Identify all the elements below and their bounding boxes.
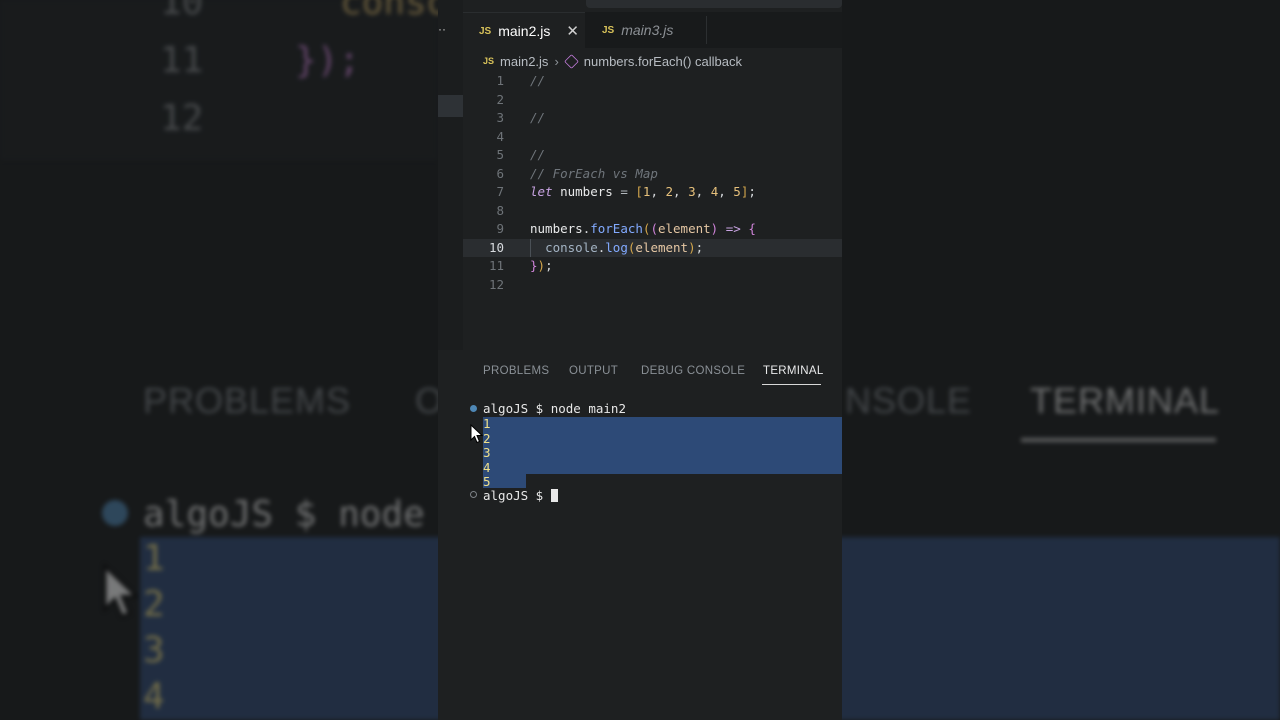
- code-text: numbers.forEach((element) => {: [530, 221, 756, 236]
- close-icon[interactable]: ✕: [566, 22, 579, 40]
- panel-tab-bar: PROBLEMS OUTPUT DEBUG CONSOLE TERMINAL: [463, 356, 842, 390]
- line-number: 6: [496, 165, 504, 181]
- line-number: 8: [496, 202, 504, 218]
- bg-closing-brace: });: [295, 40, 361, 81]
- bg-output: 1: [143, 538, 165, 579]
- line-number: 9: [496, 221, 504, 236]
- code-line: 8: [463, 202, 842, 220]
- code-line: 2: [463, 91, 842, 109]
- code-line: 11 });: [463, 257, 842, 275]
- js-file-icon: JS: [602, 24, 615, 36]
- line-number: 5: [496, 147, 504, 162]
- line-number: 1: [496, 73, 504, 88]
- mouse-pointer-icon: [470, 424, 484, 444]
- tab-divider: [706, 16, 707, 44]
- bg-line-number: 10: [160, 0, 204, 23]
- code-line: 3 //: [463, 109, 842, 127]
- terminal-output-line: 4: [483, 459, 491, 475]
- method-symbol-icon: [563, 53, 579, 69]
- terminal[interactable]: algoJS $ node main2 1 2 3 4 5 algoJS $: [463, 400, 842, 720]
- tab-label: main2.js: [498, 23, 551, 39]
- terminal-prompt-line: algoJS $: [483, 488, 558, 503]
- tab-main3-js[interactable]: JS main3.js: [586, 12, 706, 48]
- code-line: 12: [463, 276, 842, 294]
- bg-mouse-pointer-icon: [103, 562, 140, 619]
- bg-line-number: 11: [160, 40, 204, 81]
- code-text: console.log(element);: [545, 239, 704, 255]
- vscode-window: ·· JS main2.js ✕ JS main3.js JS main2.js…: [438, 0, 842, 720]
- bg-tab-underline: [1021, 438, 1216, 442]
- code-text: //: [530, 73, 546, 88]
- bg-code-fragment: conso: [340, 0, 449, 23]
- terminal-output-line: 5: [483, 474, 491, 489]
- line-number: 12: [488, 276, 504, 292]
- chevron-right-icon: ›: [554, 53, 559, 69]
- terminal-output-line: 1: [483, 416, 491, 431]
- command-success-dot: [470, 405, 477, 412]
- bg-tab-debug: NSOLE: [845, 380, 973, 421]
- tab-debug-console[interactable]: DEBUG CONSOLE: [641, 365, 745, 377]
- breadcrumb: JS main2.js › numbers.forEach() callback: [483, 52, 742, 70]
- code-line: 7 let numbers = [1, 2, 3, 4, 5];: [463, 183, 842, 201]
- code-text: let numbers = [1, 2, 3, 4, 5];: [530, 184, 756, 199]
- editor-tab-bar: JS main2.js ✕ JS main3.js: [463, 12, 842, 49]
- active-tab-indicator: [762, 384, 821, 385]
- bg-tab-terminal: TERMINAL: [1030, 380, 1221, 421]
- tab-output[interactable]: OUTPUT: [569, 365, 618, 377]
- code-text: //: [530, 110, 546, 125]
- line-number: 2: [496, 91, 504, 107]
- bg-output: 4: [143, 676, 165, 717]
- code-line: 1 //: [463, 72, 842, 90]
- tab-label: main3.js: [621, 22, 674, 38]
- terminal-cursor: [550, 489, 558, 502]
- breadcrumb-file[interactable]: main2.js: [500, 54, 548, 69]
- code-line: 5 //: [463, 146, 842, 164]
- terminal-prompt: algoJS $: [483, 488, 551, 503]
- code-line: 6 // ForEach vs Map: [463, 165, 842, 183]
- code-text: });: [530, 258, 553, 273]
- js-file-icon: JS: [479, 25, 492, 37]
- terminal-command: algoJS $ node main2: [483, 401, 626, 416]
- activity-strip: ··: [438, 0, 463, 350]
- js-file-icon: JS: [483, 56, 495, 66]
- overflow-icon[interactable]: ··: [438, 22, 446, 36]
- tab-main2-js[interactable]: JS main2.js ✕: [463, 12, 585, 49]
- bg-output: 3: [143, 630, 165, 671]
- code-text: // ForEach vs Map: [530, 165, 658, 181]
- bg-terminal-dot: [102, 500, 128, 526]
- code-editor[interactable]: 1 // 2 3 // 4 5 // 6 // ForEach vs Map 7…: [463, 72, 842, 297]
- line-number: 11: [488, 258, 504, 273]
- activity-marker: [438, 95, 463, 117]
- line-number: 7: [496, 184, 504, 199]
- terminal-output-line: 2: [483, 430, 491, 446]
- breadcrumb-symbol[interactable]: numbers.forEach() callback: [584, 54, 742, 69]
- bg-tab-problems: PROBLEMS: [143, 380, 352, 421]
- code-line: 4: [463, 128, 842, 146]
- terminal-output-line: 3: [483, 445, 491, 460]
- command-pending-dot: [470, 491, 477, 498]
- code-line: 9 numbers.forEach((element) => {: [463, 220, 842, 238]
- bg-output: 2: [143, 584, 165, 625]
- line-number: 4: [496, 128, 504, 144]
- code-text: //: [530, 147, 546, 162]
- text-selection: [483, 417, 842, 474]
- title-bar-edge: [586, 0, 842, 8]
- line-number: 3: [496, 110, 504, 125]
- tab-problems[interactable]: PROBLEMS: [483, 365, 549, 377]
- bg-code-area: [0, 0, 438, 160]
- tab-terminal[interactable]: TERMINAL: [763, 365, 824, 377]
- bg-line-number: 12: [160, 98, 204, 139]
- bg-terminal-command: algoJS $ node: [143, 494, 425, 535]
- line-number: 10: [488, 239, 504, 255]
- code-line-current: 10 console.log(element);: [463, 238, 842, 257]
